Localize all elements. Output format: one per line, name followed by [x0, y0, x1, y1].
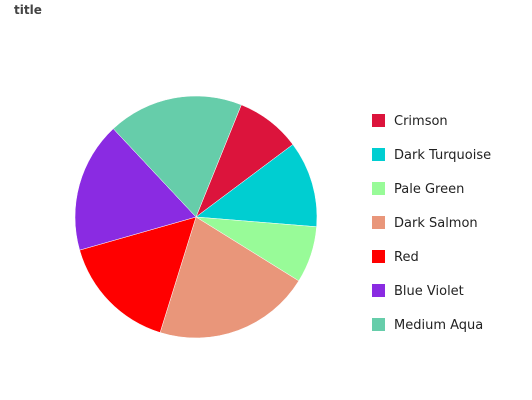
legend-swatch-red	[372, 250, 385, 263]
legend: Crimson Dark Turquoise Pale Green Dark Salm…	[372, 114, 491, 333]
legend-swatch-blue-violet	[372, 284, 385, 297]
legend-label-pale-green: Pale Green	[394, 182, 464, 197]
legend-swatch-medium-aqua	[372, 318, 385, 331]
legend-swatch-pale-green	[372, 182, 385, 195]
legend-swatch-dark-salmon	[372, 216, 385, 229]
legend-swatch-crimson	[372, 114, 385, 127]
chart-title: title	[14, 3, 42, 17]
legend-label-medium-aqua: Medium Aqua	[394, 318, 483, 333]
legend-label-red: Red	[394, 250, 419, 265]
legend-swatch-dark-turquoise	[372, 148, 385, 161]
legend-label-dark-salmon: Dark Salmon	[394, 216, 478, 231]
legend-label-dark-turquoise: Dark Turquoise	[394, 148, 491, 163]
chart-container: title Crimson Dark Turquoise Pale Green Dar…	[0, 0, 532, 400]
legend-label-blue-violet: Blue Violet	[394, 284, 464, 299]
legend-label-crimson: Crimson	[394, 114, 448, 129]
pie-chart: title Crimson Dark Turquoise Pale Green Dar…	[14, 3, 491, 339]
pie-slices	[74, 95, 318, 339]
